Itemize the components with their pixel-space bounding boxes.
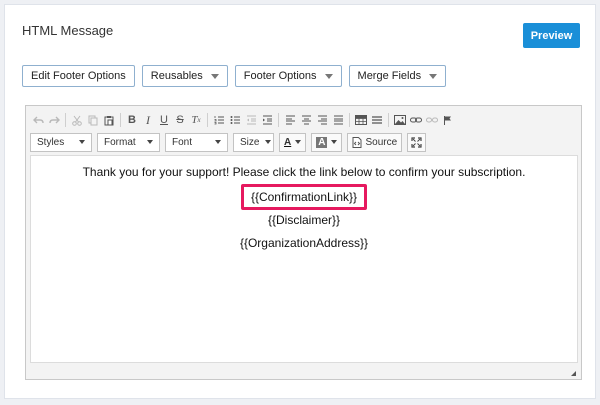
edit-footer-options-label: Edit Footer Options <box>31 70 126 82</box>
size-label: Size <box>240 136 260 148</box>
source-label: Source <box>365 136 398 148</box>
format-label: Format <box>104 136 136 148</box>
chevron-down-icon <box>429 73 438 79</box>
cut-icon[interactable] <box>69 111 85 129</box>
merge-fields-label: Merge Fields <box>357 70 422 82</box>
chevron-down-icon <box>265 140 272 144</box>
reusables-label: Reusables <box>150 70 203 82</box>
align-right-icon[interactable] <box>314 111 330 129</box>
size-dropdown[interactable]: Size <box>233 132 274 152</box>
confirmation-link-line: {{ConfirmationLink}} <box>31 184 577 210</box>
remove-format-icon[interactable]: Tx <box>188 111 204 129</box>
text-color-button[interactable]: A <box>279 132 307 152</box>
redo-icon[interactable] <box>46 111 62 129</box>
options-row: Edit Footer Options Reusables Footer Opt… <box>22 65 447 87</box>
maximize-icon <box>411 136 422 148</box>
strikethrough-icon[interactable]: S <box>172 111 188 129</box>
background-color-button[interactable]: A <box>311 132 343 152</box>
source-button[interactable]: Source <box>347 132 403 152</box>
chevron-down-icon <box>331 140 338 144</box>
merge-fields-dropdown[interactable]: Merge Fields <box>348 65 447 87</box>
toolbar-separator <box>388 113 389 127</box>
copy-icon[interactable] <box>85 111 101 129</box>
align-justify-icon[interactable] <box>330 111 346 129</box>
horizontal-line-icon[interactable] <box>369 111 385 129</box>
toolbar-separator <box>120 113 121 127</box>
image-icon[interactable] <box>392 111 408 129</box>
editor-status-bar <box>30 365 578 377</box>
preview-button[interactable]: Preview <box>523 23 580 48</box>
footer-options-label: Footer Options <box>243 70 317 82</box>
align-center-icon[interactable] <box>298 111 314 129</box>
bulleted-list-icon[interactable] <box>227 111 243 129</box>
toolbar-separator <box>349 113 350 127</box>
table-icon[interactable] <box>353 111 369 129</box>
link-icon[interactable] <box>408 111 424 129</box>
numbered-list-icon[interactable] <box>211 111 227 129</box>
editor-toolbar-row-2: Styles Format Font Size A A Source <box>30 132 427 152</box>
chevron-down-icon <box>79 140 85 144</box>
section-title: HTML Message <box>22 23 114 38</box>
styles-label: Styles <box>37 136 65 148</box>
rich-text-editor: B I U S Tx Styles Format Font Size A A S… <box>25 105 582 380</box>
chevron-down-icon <box>215 140 221 144</box>
chevron-down-icon <box>210 73 219 79</box>
background-color-icon: A <box>316 136 328 148</box>
confirmation-link-highlight: {{ConfirmationLink}} <box>240 184 368 210</box>
styles-dropdown[interactable]: Styles <box>30 132 92 152</box>
bold-icon[interactable]: B <box>124 111 140 129</box>
text-color-icon: A <box>284 136 292 148</box>
anchor-flag-icon[interactable] <box>440 111 456 129</box>
editor-content-area[interactable]: Thank you for your support! Please click… <box>30 155 578 363</box>
organization-address-merge-field[interactable]: {{OrganizationAddress}} <box>31 236 577 250</box>
increase-indent-icon[interactable] <box>259 111 275 129</box>
align-left-icon[interactable] <box>282 111 298 129</box>
confirmation-link-merge-field[interactable]: {{ConfirmationLink}} <box>251 190 357 204</box>
underline-icon[interactable]: U <box>156 111 172 129</box>
italic-icon[interactable]: I <box>140 111 156 129</box>
thank-you-text: Thank you for your support! Please click… <box>82 165 526 179</box>
html-message-card: HTML Message Preview Edit Footer Options… <box>4 4 596 399</box>
undo-icon[interactable] <box>30 111 46 129</box>
edit-footer-options-button[interactable]: Edit Footer Options <box>22 65 135 87</box>
chevron-down-icon <box>147 140 153 144</box>
editor-toolbar-row-1: B I U S Tx <box>30 110 456 130</box>
toolbar-separator <box>278 113 279 127</box>
toolbar-separator <box>65 113 66 127</box>
paste-icon[interactable] <box>101 111 117 129</box>
decrease-indent-icon[interactable] <box>243 111 259 129</box>
disclaimer-merge-field[interactable]: {{Disclaimer}} <box>31 213 577 227</box>
reusables-dropdown[interactable]: Reusables <box>141 65 228 87</box>
footer-options-dropdown[interactable]: Footer Options <box>234 65 342 87</box>
font-dropdown[interactable]: Font <box>165 132 228 152</box>
chevron-down-icon <box>324 73 333 79</box>
unlink-icon[interactable] <box>424 111 440 129</box>
maximize-button[interactable] <box>407 132 427 152</box>
font-label: Font <box>172 136 193 148</box>
toolbar-separator <box>207 113 208 127</box>
chevron-down-icon <box>295 140 302 144</box>
source-code-icon <box>352 136 362 148</box>
format-dropdown[interactable]: Format <box>97 132 160 152</box>
resize-handle-icon[interactable] <box>571 371 576 376</box>
